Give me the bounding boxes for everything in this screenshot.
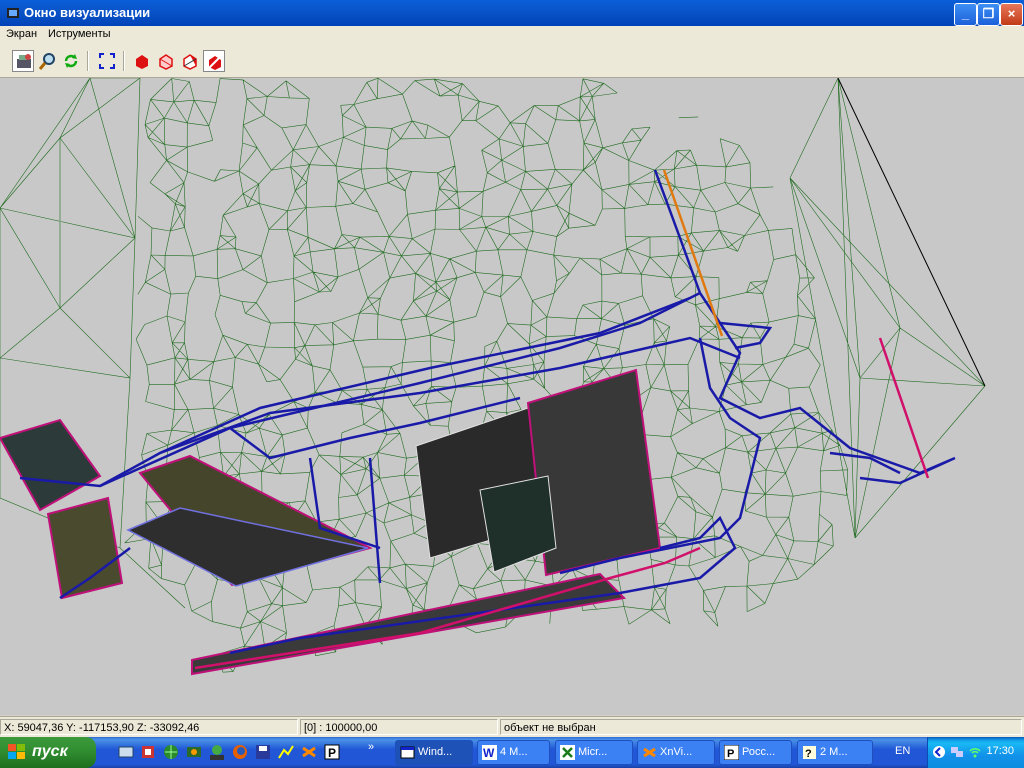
hidden-lines-icon <box>183 54 197 70</box>
svg-text:P: P <box>328 746 336 760</box>
solid-shading-button[interactable] <box>131 50 153 72</box>
fit-view-button[interactable] <box>96 50 118 72</box>
word-icon: W <box>482 745 497 760</box>
model-icon <box>17 54 31 68</box>
cut-cube-icon <box>207 54 223 70</box>
terrain-mesh <box>0 78 986 673</box>
language-indicator[interactable]: EN <box>895 745 910 757</box>
coordinates-readout: X: 59047,36 Y: -117153,90 Z: -33092,46 <box>0 719 298 735</box>
cut-view-button[interactable] <box>203 50 225 72</box>
task-button-0[interactable]: Wind... <box>395 740 473 765</box>
save-icon[interactable] <box>255 744 271 760</box>
svg-text:W: W <box>483 746 495 760</box>
fit-view-icon <box>99 53 115 69</box>
title-bar[interactable]: Окно визуализации _ ❐ × <box>0 0 1024 26</box>
toolbar-separator <box>123 51 125 71</box>
orange-line <box>662 169 724 337</box>
minimize-button[interactable]: _ <box>954 3 977 26</box>
media-icon[interactable] <box>186 744 202 760</box>
tray-arrow-icon[interactable] <box>932 745 946 759</box>
window-icon <box>400 746 415 759</box>
zoom-button[interactable] <box>37 50 59 72</box>
start-button[interactable]: пуск <box>0 737 96 768</box>
task-button-5[interactable]: ? 2 M... <box>797 740 873 765</box>
globe-icon[interactable] <box>163 744 179 760</box>
task-button-3[interactable]: XnVi... <box>637 740 715 765</box>
xnview-icon[interactable] <box>301 744 317 760</box>
open-model-button[interactable] <box>12 50 34 72</box>
scale-readout: [0] : 100000,00 <box>300 719 498 735</box>
pro-app-icon[interactable] <box>209 744 225 760</box>
selection-status: объект не выбран <box>500 719 1022 735</box>
task-button-1[interactable]: W 4 M... <box>477 740 550 765</box>
toolbar-separator <box>87 51 89 71</box>
menu-tools[interactable]: Иструменты <box>48 28 111 40</box>
magenta-line <box>878 337 930 479</box>
3d-viewport[interactable] <box>0 78 1024 715</box>
task-button-2[interactable]: Micr... <box>555 740 633 765</box>
quicklaunch-chevron[interactable]: » <box>368 741 374 753</box>
terrain-scene[interactable] <box>0 78 1024 715</box>
wire-shading-button[interactable] <box>155 50 177 72</box>
show-desktop-icon[interactable] <box>118 744 134 760</box>
chart-icon[interactable] <box>278 744 294 760</box>
solid-cube-icon <box>136 55 148 69</box>
refresh-icon <box>64 54 78 68</box>
black-line <box>837 78 986 387</box>
svg-text:?: ? <box>805 748 812 760</box>
menu-bar: Экран Иструменты <box>0 26 1024 45</box>
excel-icon <box>560 745 575 760</box>
taskbar: пуск P » Wind... W 4 M... Micr... XnVi..… <box>0 737 1024 768</box>
refresh-button[interactable] <box>60 50 82 72</box>
firefox-icon[interactable] <box>232 744 248 760</box>
pipe-segment <box>653 169 702 294</box>
network-icon[interactable] <box>950 745 964 759</box>
close-button[interactable]: × <box>1000 3 1023 26</box>
clock: 17:30 <box>986 745 1014 757</box>
svg-text:P: P <box>727 748 734 760</box>
p-app-icon: P <box>724 745 739 760</box>
task-button-4[interactable]: P Росс... <box>719 740 792 765</box>
xnview-icon <box>643 747 656 758</box>
wireless-icon[interactable] <box>968 745 982 759</box>
system-tray: 17:30 <box>927 737 1024 768</box>
app-icon <box>7 8 19 18</box>
window-title: Окно визуализации <box>24 5 151 20</box>
status-bar: X: 59047,36 Y: -117153,90 Z: -33092,46 [… <box>0 716 1024 737</box>
tool-icon[interactable] <box>140 744 156 760</box>
start-label: пуск <box>32 743 68 760</box>
p-app-icon[interactable]: P <box>324 744 340 760</box>
wire-cube-icon <box>159 54 173 70</box>
building-roofs <box>0 368 662 676</box>
notes-icon: ? <box>803 746 816 760</box>
hidden-lines-button[interactable] <box>179 50 201 72</box>
maximize-button[interactable]: ❐ <box>977 3 1000 26</box>
windows-flag-icon <box>8 744 25 759</box>
pipe-network <box>19 169 956 670</box>
toolbar <box>0 45 1024 78</box>
magnifier-icon <box>38 53 55 70</box>
menu-screen[interactable]: Экран <box>6 28 37 40</box>
